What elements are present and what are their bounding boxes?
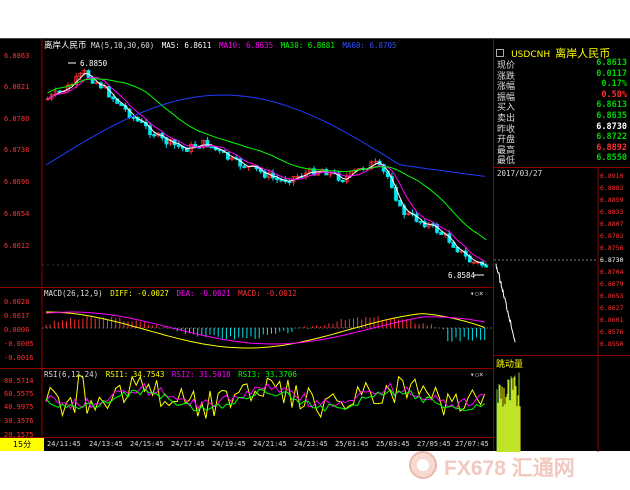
volume-plot (496, 356, 599, 452)
quote-row-value: 6.8722 (596, 132, 627, 143)
quote-row: 涨跌 0.0117 (497, 68, 627, 82)
quote-row-value: 6.8550 (596, 153, 627, 164)
candle-body (418, 220, 423, 223)
quote-row-value: 0.50% (601, 89, 627, 100)
kline-panel[interactable]: 离岸人民币 MA(5,10,30,60) MA5: 6.8611 MA10: 6… (0, 39, 493, 287)
candle-body (176, 144, 181, 147)
rsi-panel[interactable]: RSI(6,12,24) RSI1: 34.7543 RSI2: 31.5018… (0, 369, 493, 439)
x-tick: 25/01:45 (335, 440, 369, 448)
candle-body (111, 96, 115, 100)
quote-row-value: 6.8635 (596, 110, 627, 121)
quote-row: 昨收 6.8730 (497, 121, 627, 135)
candle-body (340, 179, 345, 183)
high-label: 6.8850 (80, 59, 108, 68)
quote-row: 最高 6.8892 (497, 142, 627, 156)
fx678-logo-icon (409, 451, 437, 479)
watermark: FX678 汇通网 (408, 448, 628, 484)
candle-body (209, 146, 214, 149)
ma30-line (47, 78, 487, 241)
quote-row-label: 最低 (497, 156, 516, 167)
x-tick: 24/11:45 (47, 440, 81, 448)
intraday-panel[interactable]: 2017/03/27 6.8910 6.8882 6.8859 6.8833 6… (494, 167, 630, 356)
ma60-line (45, 94, 485, 177)
quote-row: 买入 6.8613 (497, 100, 627, 113)
intraday-line (495, 263, 516, 343)
x-tick: 24/21:45 (253, 440, 287, 448)
quote-row-value: 6.8892 (596, 142, 627, 153)
kline-plot (41, 39, 493, 287)
period-button[interactable]: 15分 (0, 438, 44, 451)
candle-body (152, 134, 157, 137)
low-label: 6.8584 (448, 271, 476, 280)
x-tick: 25/03:45 (376, 440, 410, 448)
quote-row-value: 0.0117 (596, 68, 627, 79)
panel-controls[interactable]: ▾▫× (470, 370, 484, 379)
quote-rows: 现价 6.8613 涨跌 0.0117 涨幅 0.17% 振幅 0.50% 买入 6.8613 卖出… (497, 58, 627, 167)
watermark-text: FX678 汇通网 (444, 457, 575, 480)
square-icon (496, 49, 504, 57)
quote-row: 最低 6.8550 (497, 153, 627, 167)
quote-row: 现价 6.8613 (497, 58, 627, 71)
quote-row: 卖出 6.8635 (497, 110, 627, 124)
candle-body (484, 264, 489, 268)
quote-panel: USDCNH 离岸人民币 现价 6.8613 涨跌 0.0117 涨幅 0.17% 振幅 0.… (494, 39, 630, 167)
quote-row: 开盘 6.8722 (497, 132, 627, 145)
macd-panel[interactable]: MACD(26,12,9) DIFF: -0.0027 DEA: -0.0021… (0, 288, 493, 368)
panel-controls[interactable]: ▾▫× (470, 289, 484, 298)
intraday-plot (494, 168, 599, 356)
x-tick: 24/13:45 (89, 440, 123, 448)
candle-body (131, 117, 136, 119)
quote-row-value: 6.8613 (596, 58, 627, 68)
x-tick: 24/19:45 (212, 440, 246, 448)
quote-row-value: 0.17% (601, 79, 627, 90)
quote-row: 振幅 0.50% (497, 89, 627, 103)
candle-body (439, 232, 444, 235)
candle-body (287, 181, 292, 184)
x-tick: 24/23:45 (294, 440, 328, 448)
ma5-line (47, 73, 487, 266)
candle-body (242, 165, 247, 168)
macd-plot (41, 288, 493, 368)
x-tick: 24/15:45 (130, 440, 164, 448)
quote-row-value: 6.8613 (596, 100, 627, 111)
volume-panel[interactable]: 跳动量 (494, 355, 630, 452)
ma10-line (47, 76, 487, 263)
quote-row: 涨幅 0.17% (497, 79, 627, 92)
rsi-plot (41, 369, 486, 437)
candle-body (275, 177, 280, 180)
x-tick: 24/17:45 (171, 440, 205, 448)
quote-row-value: 6.8730 (596, 121, 627, 132)
chart-terminal: 离岸人民币 MA(5,10,30,60) MA5: 6.8611 MA10: 6… (0, 38, 630, 452)
